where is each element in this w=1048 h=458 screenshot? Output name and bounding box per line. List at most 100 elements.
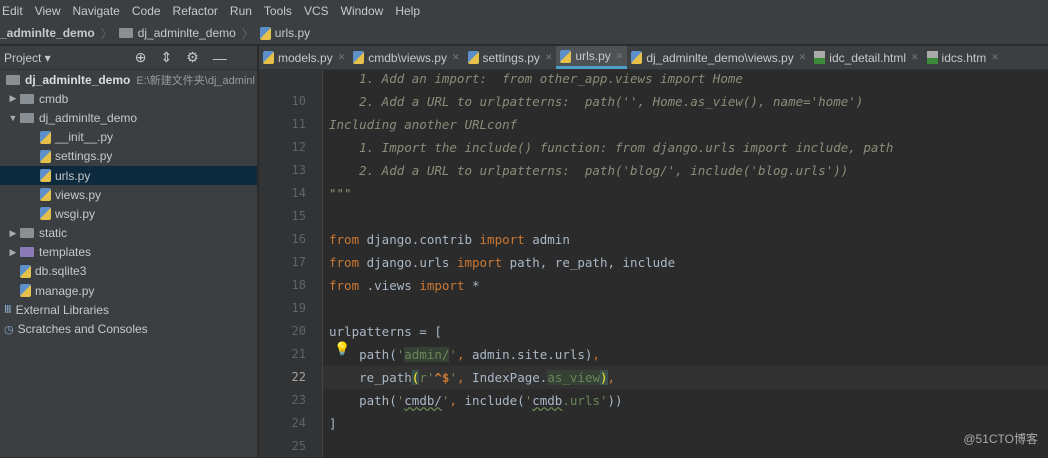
code-token: cmdb [532, 393, 563, 408]
code-token: , [449, 393, 457, 408]
tab-label: settings.py [482, 50, 540, 65]
python-file-icon [40, 169, 51, 183]
menu-vcs[interactable]: VCS [304, 4, 329, 18]
close-tab-icon[interactable]: ✕ [452, 52, 460, 63]
code-token: admin.site.urls) [464, 347, 593, 362]
python-file-icon [40, 188, 51, 202]
tree-item[interactable]: views.py [0, 185, 257, 204]
code-token: cmdb/ [404, 393, 442, 408]
code-token: admin/ [404, 347, 450, 362]
editor-tab[interactable]: models.py ✕ [259, 46, 349, 69]
python-file-icon [631, 51, 643, 64]
expand-arrow-icon[interactable]: ▶ [6, 93, 20, 104]
code-token: as_view [547, 370, 600, 385]
gear-icon[interactable]: ⚙ [186, 49, 199, 66]
expand-arrow-icon[interactable]: ▶ [6, 228, 20, 239]
code-token: ' [449, 370, 457, 385]
tree-item[interactable]: settings.py [0, 147, 257, 166]
menu-refactor[interactable]: Refactor [173, 4, 218, 18]
code-token: IndexPage. [464, 370, 548, 385]
code-line: urlpatterns = [ [329, 320, 442, 343]
tree-item-label: manage.py [35, 283, 95, 298]
expand-arrow-icon[interactable]: ▶ [6, 247, 20, 258]
code-editor[interactable]: 1. Add an import: from other_app.views i… [323, 70, 1048, 457]
tree-item[interactable]: ▶ cmdb [0, 89, 257, 108]
close-tab-icon[interactable]: ✕ [911, 52, 919, 63]
tree-item[interactable]: db.sqlite3 [0, 262, 257, 281]
tab-label: idcs.htm [941, 50, 987, 65]
menu-edit[interactable]: Edit [2, 4, 23, 18]
project-panel-header: Project ▾ ⊕ ⇕ ⚙ — [0, 46, 257, 70]
line-number: 23 [291, 393, 306, 407]
scratches-icon: ◷ [4, 323, 14, 336]
tab-label: dj_adminlte_demo\views.py [646, 50, 794, 65]
close-tab-icon[interactable]: ✕ [991, 52, 999, 63]
line-number: 19 [291, 301, 306, 315]
close-tab-icon[interactable]: ✕ [616, 51, 624, 62]
breadcrumb-file[interactable]: urls.py [275, 26, 310, 40]
close-tab-icon[interactable]: ✕ [799, 52, 807, 63]
tree-item[interactable]: urls.py [0, 165, 257, 186]
menu-window[interactable]: Window [341, 4, 384, 18]
html-file-icon [814, 51, 826, 64]
code-token: ^$ [434, 370, 450, 385]
line-number: 10 [291, 94, 306, 108]
close-tab-icon[interactable]: ✕ [545, 52, 553, 63]
python-file-icon [259, 26, 271, 40]
tree-item-label: urls.py [55, 168, 91, 183]
tree-root[interactable]: dj_adminlte_demo E:\新建文件夹\dj_adminl [0, 70, 257, 89]
editor-tab[interactable]: idc_detail.html ✕ [810, 46, 922, 69]
code-token: .urls' [562, 393, 608, 408]
code-token: urlpatterns = [ [329, 324, 442, 339]
python-file-icon [560, 49, 572, 63]
templates-folder-icon [20, 247, 34, 258]
expand-arrow-icon[interactable]: ▼ [6, 113, 20, 123]
editor-tab[interactable]: dj_adminlte_demo\views.py ✕ [627, 46, 810, 69]
tree-item[interactable]: Ⅲ External Libraries [0, 300, 257, 319]
close-tab-icon[interactable]: ✕ [338, 52, 346, 63]
folder-icon [20, 93, 34, 104]
tree-item[interactable]: ▼ dj_adminlte_demo [0, 108, 257, 127]
project-panel: Project ▾ ⊕ ⇕ ⚙ — dj_adminlte_demo E:\新建… [0, 46, 258, 457]
collapse-icon[interactable]: ⇕ [160, 49, 172, 66]
code-token: """ [329, 186, 352, 201]
tree-item[interactable]: ▶ static [0, 224, 257, 243]
lightbulb-icon[interactable]: 💡 [334, 341, 350, 357]
editor-tab[interactable]: cmdb\views.py ✕ [349, 46, 463, 69]
minimize-icon[interactable]: — [213, 50, 227, 66]
menu-navigate[interactable]: Navigate [72, 4, 119, 18]
tree-item[interactable]: wsgi.py [0, 204, 257, 223]
breadcrumb-project[interactable]: _adminlte_demo [0, 26, 95, 40]
menu-bar: Edit View Navigate Code Refactor Run Tools VCS W… [0, 0, 1048, 22]
menu-help[interactable]: Help [395, 4, 420, 18]
locate-icon[interactable]: ⊕ [135, 49, 147, 66]
tree-item[interactable]: ▶ templates [0, 243, 257, 262]
editor-tab[interactable]: urls.py ✕ [556, 46, 628, 69]
tree-item[interactable]: __init__.py [0, 128, 257, 147]
tab-label: idc_detail.html [829, 50, 906, 65]
breadcrumb-separator: 〉 [241, 26, 254, 41]
tree-item-label: templates [39, 245, 92, 260]
editor-tab[interactable]: settings.py ✕ [464, 46, 557, 69]
code-line: 1. Add an import: from other_app.views i… [329, 67, 743, 90]
menu-code[interactable]: Code [132, 4, 161, 18]
code-line: path('admin/', admin.site.urls), [329, 343, 600, 366]
folder-icon [20, 112, 34, 123]
python-file-icon [353, 51, 365, 64]
menu-tools[interactable]: Tools [264, 4, 292, 18]
code-token: 1. Import the include() function: from d… [329, 140, 894, 155]
folder-icon [20, 228, 34, 239]
watermark: @51CTO博客 [963, 432, 1038, 446]
project-view-selector[interactable]: Project ▾ [4, 51, 51, 65]
menu-run[interactable]: Run [230, 4, 252, 18]
tree-item[interactable]: ◷ Scratches and Consoles [0, 319, 257, 338]
tree-item[interactable]: manage.py [0, 281, 257, 300]
code-token: 1. Add an import: from other_app.views i… [329, 71, 743, 86]
line-number: 17 [291, 255, 306, 269]
breadcrumb-folder[interactable]: dj_adminlte_demo [138, 26, 236, 40]
code-line: 2. Add a URL to urlpatterns: path('blog/… [329, 159, 848, 182]
line-number: 12 [291, 140, 306, 154]
breadcrumb-separator: 〉 [100, 26, 113, 41]
menu-view[interactable]: View [35, 4, 61, 18]
editor-tab[interactable]: idcs.htm ✕ [923, 46, 1003, 69]
